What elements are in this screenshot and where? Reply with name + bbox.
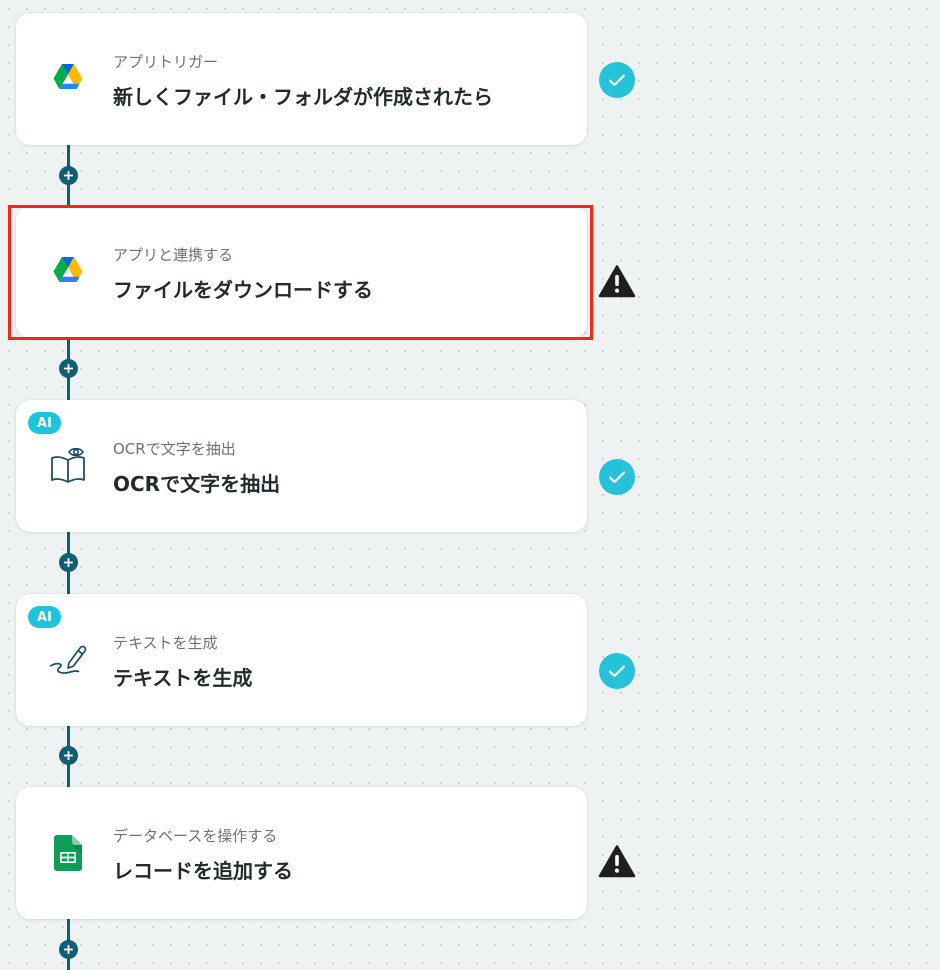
flow-step-card[interactable]: データベースを操作する レコードを追加する xyxy=(16,787,587,919)
add-step-button[interactable] xyxy=(59,359,78,378)
step-title: OCRで文字を抽出 xyxy=(113,472,281,496)
step-title: ファイルをダウンロードする xyxy=(113,278,373,302)
plus-icon xyxy=(64,751,73,760)
google-drive-icon xyxy=(48,59,88,99)
add-step-button[interactable] xyxy=(59,746,78,765)
step-title: 新しくファイル・フォルダが作成されたら xyxy=(113,85,493,109)
step-type-label: テキストを生成 xyxy=(113,634,218,652)
flow-step-card[interactable]: アプリと連携する ファイルをダウンロードする xyxy=(16,206,587,338)
step-title: テキストを生成 xyxy=(113,666,253,690)
google-sheets-icon xyxy=(48,833,88,873)
step-status xyxy=(598,61,636,99)
check-icon xyxy=(599,459,635,495)
warning-icon xyxy=(598,845,636,878)
plus-icon xyxy=(64,558,73,567)
flow-step-card[interactable]: AI テキストを生成 テキストを生成 xyxy=(16,594,587,726)
step-status xyxy=(598,458,636,496)
pen-icon xyxy=(48,640,88,680)
step-type-label: データベースを操作する xyxy=(113,827,278,845)
step-type-label: アプリトリガー xyxy=(113,53,219,71)
ai-badge: AI xyxy=(28,412,61,434)
ai-badge: AI xyxy=(28,606,61,628)
flow-canvas: アプリトリガー 新しくファイル・フォルダが作成されたら アプリと連携する ファイ… xyxy=(0,0,940,970)
flow-step-card[interactable]: AI OCRで文字を抽出 OCRで文字を抽出 xyxy=(16,400,587,532)
step-type-label: アプリと連携する xyxy=(113,246,234,264)
check-icon xyxy=(599,653,635,689)
add-step-button[interactable] xyxy=(59,940,78,959)
check-icon xyxy=(599,62,635,98)
add-step-button[interactable] xyxy=(59,166,78,185)
step-type-label: OCRで文字を抽出 xyxy=(113,440,236,458)
step-status xyxy=(598,262,636,300)
flow-step-card[interactable]: アプリトリガー 新しくファイル・フォルダが作成されたら xyxy=(16,13,587,145)
warning-icon xyxy=(598,265,636,298)
google-drive-icon xyxy=(48,252,88,292)
step-status xyxy=(598,652,636,690)
step-title: レコードを追加する xyxy=(113,859,293,883)
plus-icon xyxy=(64,364,73,373)
add-step-button[interactable] xyxy=(59,553,78,572)
plus-icon xyxy=(64,171,73,180)
plus-icon xyxy=(64,945,73,954)
ocr-book-icon xyxy=(48,446,88,486)
step-status xyxy=(598,842,636,880)
